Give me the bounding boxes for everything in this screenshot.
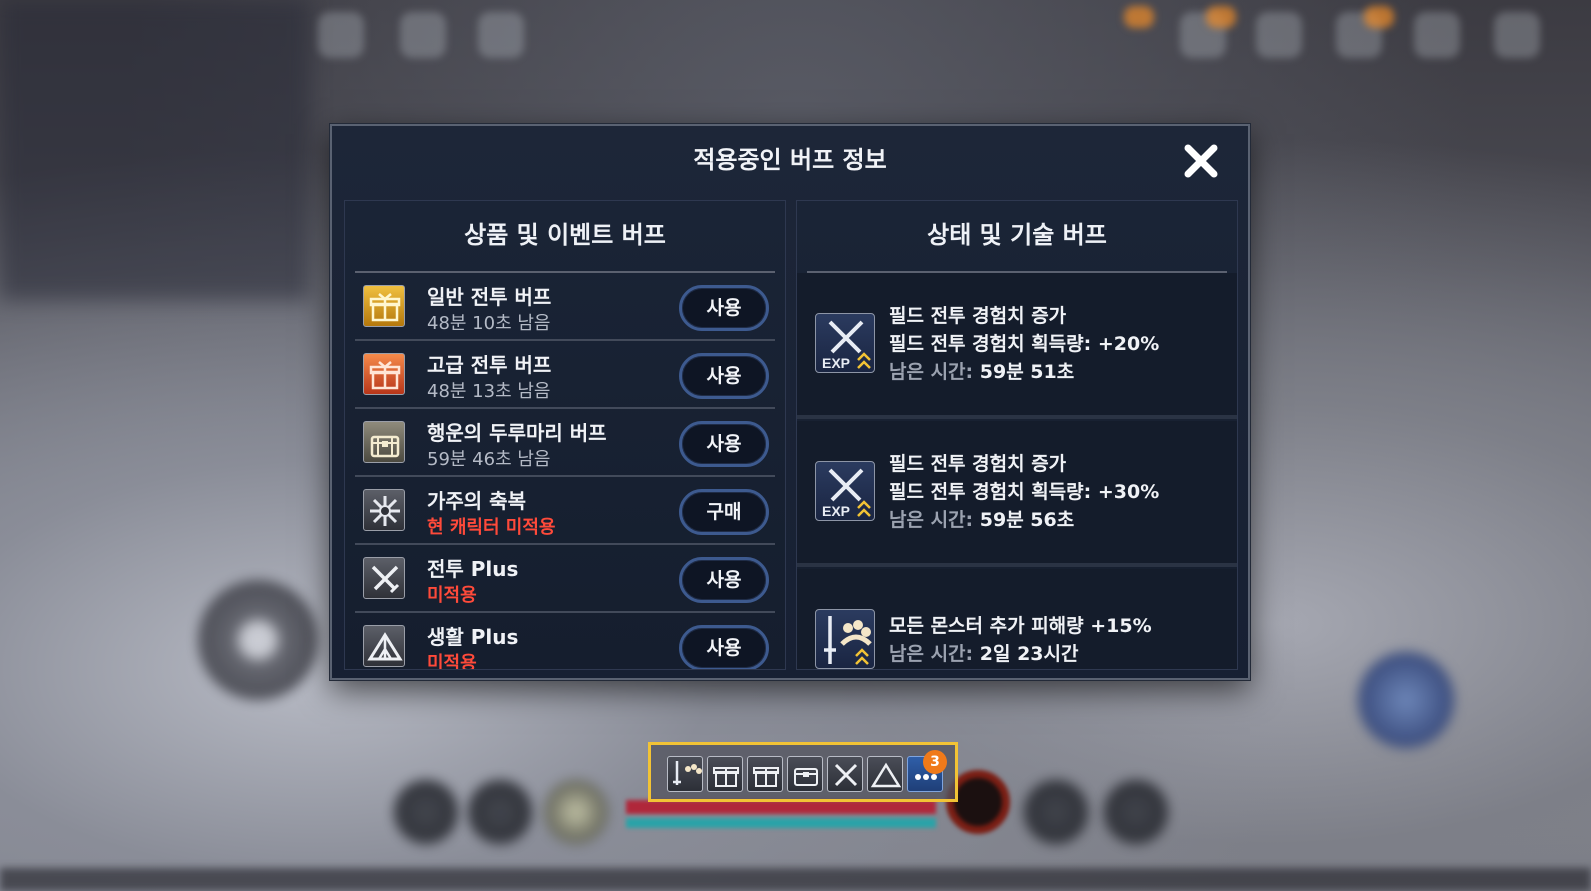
background-hud-icon	[1494, 12, 1540, 58]
buff-remaining: 남은 시간: 59분 51초	[889, 357, 1074, 384]
buff-name: 전투 Plus	[427, 557, 519, 581]
status-skill-buff-panel: 상태 및 기술 버프 EXP 필드 전투 경험치 증가 필드 전투 경험치 획득…	[796, 200, 1238, 670]
background-skill-slot	[394, 780, 458, 844]
orange-gift-box-icon	[363, 353, 405, 395]
sword-monster-damage-icon[interactable]	[667, 756, 703, 792]
buff-status-not-applied: 현 캐릭터 미적용	[427, 517, 556, 538]
crossed-swords-icon	[363, 557, 405, 599]
orange-gift-box-icon[interactable]	[747, 756, 783, 792]
background-skill-slot	[1024, 780, 1088, 844]
buff-info-dialog: 적용중인 버프 정보 상품 및 이벤트 버프 일반 전투 버프 48분 10초 …	[330, 124, 1250, 680]
panel-header: 상품 및 이벤트 버프	[464, 221, 666, 249]
background-hud-badge	[1124, 6, 1154, 28]
buff-name: 행운의 두루마리 버프	[427, 421, 607, 445]
background-hud-icon	[400, 12, 446, 58]
buff-row-family-blessing: 가주의 축복 현 캐릭터 미적용 구매	[355, 477, 775, 545]
camp-tent-icon	[363, 625, 405, 667]
remaining-time-value: 59분 51초	[979, 361, 1075, 383]
buy-button[interactable]: 구매	[679, 489, 769, 535]
buff-row-lucky-scroll: 행운의 두루마리 버프 59분 46초 남음 사용	[355, 409, 775, 477]
use-button[interactable]: 사용	[679, 557, 769, 603]
svg-text:EXP: EXP	[822, 503, 850, 519]
background-attack-button	[1358, 652, 1454, 748]
background-hud-icon	[318, 12, 364, 58]
background-skill-slot	[468, 780, 532, 844]
use-button[interactable]: 사용	[679, 421, 769, 467]
status-buff-item: EXP 필드 전투 경험치 증가 필드 전투 경험치 획득량: +30% 남은 …	[797, 421, 1237, 567]
buff-row-life-plus: 생활 Plus 미적용 사용	[355, 613, 775, 670]
background-skill-slot	[544, 780, 608, 844]
buff-detail: 필드 전투 경험치 획득량: +30%	[889, 481, 1160, 503]
background-hp-bar	[626, 800, 936, 814]
close-icon[interactable]	[1178, 138, 1224, 184]
buff-name: 고급 전투 버프	[427, 353, 552, 377]
buff-name: 일반 전투 버프	[427, 285, 552, 309]
buff-remaining-time: 48분 10초 남음	[427, 313, 551, 334]
background-bottom-strip	[0, 868, 1591, 891]
panel-header: 상태 및 기술 버프	[927, 221, 1107, 249]
gold-gift-box-icon[interactable]	[707, 756, 743, 792]
buff-name: 가주의 축복	[427, 489, 526, 513]
background-hud-icon	[1256, 12, 1302, 58]
buff-row-normal-combat: 일반 전투 버프 48분 10초 남음 사용	[355, 273, 775, 341]
background-hud-icon	[478, 12, 524, 58]
treasure-chest-icon[interactable]	[787, 756, 823, 792]
starburst-icon	[363, 489, 405, 531]
treasure-chest-icon	[363, 421, 405, 463]
gold-gift-box-icon	[363, 285, 405, 327]
dialog-title: 적용중인 버프 정보	[693, 146, 887, 174]
status-buff-item: EXP 필드 전투 경험치 증가 필드 전투 경험치 획득량: +20% 남은 …	[797, 273, 1237, 419]
camp-tent-icon[interactable]	[867, 756, 903, 792]
remaining-time-value: 59분 56초	[979, 509, 1075, 531]
buff-title: 필드 전투 경험치 증가	[889, 305, 1067, 327]
buff-quick-bar[interactable]: 3	[648, 742, 958, 802]
buff-status-not-applied: 미적용	[427, 585, 477, 606]
background-hud-icon	[1414, 12, 1460, 58]
background-joystick	[198, 580, 318, 700]
product-event-buff-panel: 상품 및 이벤트 버프 일반 전투 버프 48분 10초 남음 사용 고급 전투…	[344, 200, 786, 670]
notification-badge: 3	[923, 750, 947, 774]
remaining-time-value: 2일 23시간	[979, 643, 1079, 665]
remaining-time-label: 남은 시간:	[889, 361, 974, 383]
use-button[interactable]: 사용	[679, 285, 769, 331]
exp-swords-icon: EXP	[815, 461, 875, 521]
buff-row-combat-plus: 전투 Plus 미적용 사용	[355, 545, 775, 613]
remaining-time-label: 남은 시간:	[889, 509, 974, 531]
exp-swords-icon: EXP	[815, 313, 875, 373]
crossed-swords-icon[interactable]	[827, 756, 863, 792]
use-button[interactable]: 사용	[679, 625, 769, 669]
buff-detail: 필드 전투 경험치 획득량: +20%	[889, 333, 1160, 355]
status-buff-item: 모든 몬스터 추가 피해량 +15% 남은 시간: 2일 23시간	[797, 569, 1237, 669]
buff-row-advanced-combat: 고급 전투 버프 48분 13초 남음 사용	[355, 341, 775, 409]
buff-title: 모든 몬스터 추가 피해량 +15%	[889, 615, 1152, 637]
buff-remaining: 남은 시간: 59분 56초	[889, 505, 1074, 532]
buff-remaining: 남은 시간: 2일 23시간	[889, 639, 1078, 666]
buff-remaining-time: 48분 13초 남음	[427, 381, 551, 402]
background-hud-badge	[1206, 6, 1236, 28]
use-button[interactable]: 사용	[679, 353, 769, 399]
svg-text:EXP: EXP	[822, 355, 850, 371]
buff-name: 생활 Plus	[427, 625, 519, 649]
background-mp-bar	[626, 818, 936, 828]
background-skill-slot	[1104, 780, 1168, 844]
buff-remaining-time: 59분 46초 남음	[427, 449, 551, 470]
buff-status-not-applied: 미적용	[427, 653, 477, 670]
background-hud-left	[0, 0, 310, 300]
background-hud-badge	[1364, 6, 1394, 28]
remaining-time-label: 남은 시간:	[889, 643, 974, 665]
buff-title: 필드 전투 경험치 증가	[889, 453, 1067, 475]
sword-monster-damage-icon	[815, 609, 875, 669]
